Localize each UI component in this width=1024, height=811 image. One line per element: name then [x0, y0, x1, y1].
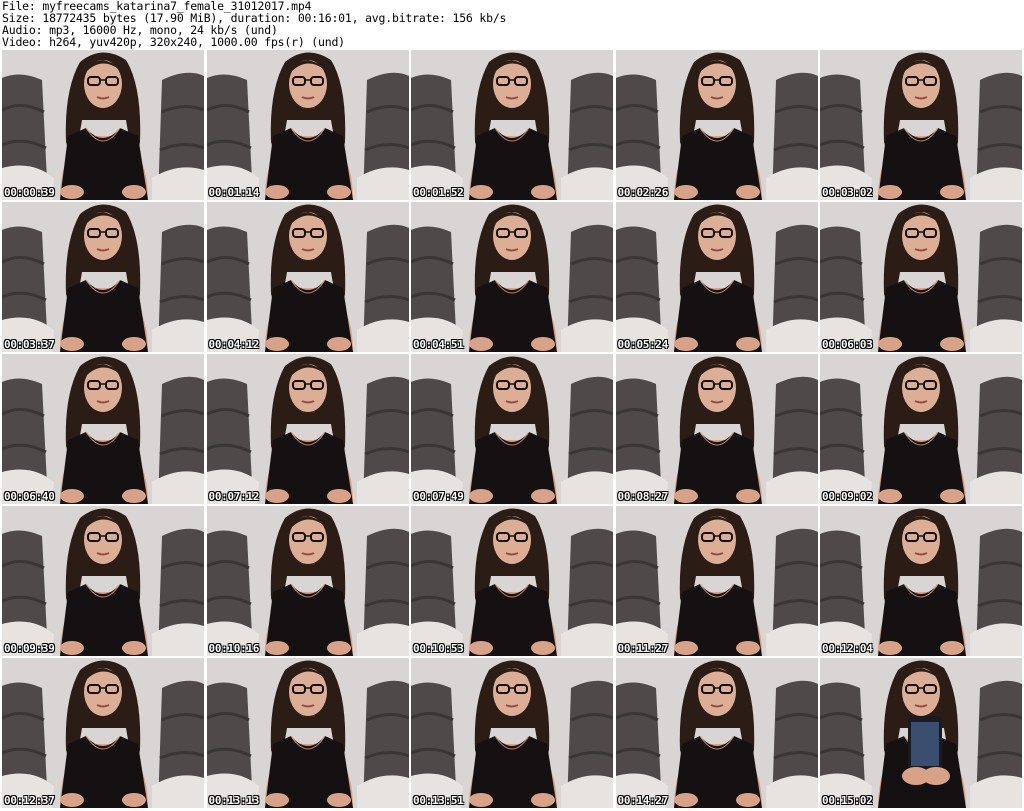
video-thumbnail[interactable]: 00:03:02 — [820, 50, 1022, 200]
video-thumbnail[interactable]: 00:15:02 — [820, 658, 1022, 808]
timestamp-label: 00:00:39 — [4, 186, 55, 199]
video-frame-image — [206, 658, 409, 808]
video-thumbnail[interactable]: 00:07:12 — [206, 354, 409, 504]
video-frame-image — [2, 202, 204, 352]
video-thumbnail[interactable]: 00:08:27 — [615, 354, 818, 504]
video-frame-image — [411, 658, 613, 808]
video-thumbnail[interactable]: 00:04:12 — [206, 202, 409, 352]
video-frame-image — [411, 354, 613, 504]
timestamp-label: 00:03:37 — [4, 338, 55, 351]
video-frame-image — [2, 50, 204, 200]
video-thumbnail[interactable]: 00:00:39 — [2, 50, 204, 200]
video-frame-image — [615, 202, 818, 352]
timestamp-label: 00:11:27 — [617, 642, 669, 655]
timestamp-label: 00:04:12 — [208, 338, 260, 351]
video-thumbnail[interactable]: 00:11:27 — [615, 506, 818, 656]
timestamp-label: 00:01:52 — [413, 186, 464, 199]
video-frame-image — [411, 506, 613, 656]
timestamp-label: 00:13:13 — [208, 794, 260, 807]
timestamp-label: 00:09:39 — [4, 642, 55, 655]
video-frame-image — [820, 50, 1022, 200]
video-frame-image — [411, 50, 613, 200]
video-thumbnail[interactable]: 00:12:37 — [2, 658, 204, 808]
timestamp-label: 00:08:27 — [617, 490, 669, 503]
video-thumbnail[interactable]: 00:13:51 — [411, 658, 613, 808]
video-frame-image — [615, 506, 818, 656]
video-frame-image — [206, 506, 409, 656]
timestamp-label: 00:14:27 — [617, 794, 669, 807]
timestamp-label: 00:06:03 — [822, 338, 873, 351]
timestamp-label: 00:12:37 — [4, 794, 55, 807]
timestamp-label: 00:02:26 — [617, 186, 669, 199]
video-info-line: Video: h264, yuv420p, 320x240, 1000.00 f… — [2, 35, 345, 49]
timestamp-label: 00:10:53 — [413, 642, 464, 655]
timestamp-label: 00:01:14 — [208, 186, 260, 199]
timestamp-label: 00:12:04 — [822, 642, 873, 655]
video-thumbnail[interactable]: 00:09:02 — [820, 354, 1022, 504]
video-thumbnail[interactable]: 00:05:24 — [615, 202, 818, 352]
video-thumbnail[interactable]: 00:07:49 — [411, 354, 613, 504]
video-frame-image — [820, 658, 1022, 808]
video-frame-image — [615, 50, 818, 200]
video-frame-image — [820, 354, 1022, 504]
video-thumbnail[interactable]: 00:02:26 — [615, 50, 818, 200]
timestamp-label: 00:04:51 — [413, 338, 464, 351]
video-thumbnail[interactable]: 00:13:13 — [206, 658, 409, 808]
timestamp-label: 00:09:02 — [822, 490, 873, 503]
file-info-header: File: myfreecams_katarina7_female_310120… — [2, 0, 1022, 48]
video-thumbnail[interactable]: 00:10:53 — [411, 506, 613, 656]
video-thumbnail[interactable]: 00:01:14 — [206, 50, 409, 200]
timestamp-label: 00:10:16 — [208, 642, 260, 655]
video-frame-image — [2, 658, 204, 808]
timestamp-label: 00:15:02 — [822, 794, 873, 807]
video-frame-image — [206, 50, 409, 200]
video-frame-image — [411, 202, 613, 352]
video-thumbnail[interactable]: 00:06:40 — [2, 354, 204, 504]
timestamp-label: 00:13:51 — [413, 794, 464, 807]
video-thumbnail[interactable]: 00:03:37 — [2, 202, 204, 352]
video-thumbnail[interactable]: 00:09:39 — [2, 506, 204, 656]
video-thumbnail[interactable]: 00:04:51 — [411, 202, 613, 352]
video-thumbnail[interactable]: 00:06:03 — [820, 202, 1022, 352]
timestamp-label: 00:05:24 — [617, 338, 669, 351]
video-thumbnail[interactable]: 00:01:52 — [411, 50, 613, 200]
video-frame-image — [615, 354, 818, 504]
timestamp-label: 00:03:02 — [822, 186, 873, 199]
timestamp-label: 00:07:12 — [208, 490, 260, 503]
thumbnail-grid: 00:00:39 00:01:14 00:01:52 00:02:26 00:0… — [2, 50, 1022, 811]
timestamp-label: 00:07:49 — [413, 490, 464, 503]
video-frame-image — [2, 354, 204, 504]
video-frame-image — [206, 202, 409, 352]
timestamp-label: 00:06:40 — [4, 490, 55, 503]
video-frame-image — [206, 354, 409, 504]
video-frame-image — [2, 506, 204, 656]
video-frame-image — [820, 202, 1022, 352]
video-thumbnail[interactable]: 00:12:04 — [820, 506, 1022, 656]
video-frame-image — [615, 658, 818, 808]
video-frame-image — [820, 506, 1022, 656]
video-thumbnail[interactable]: 00:10:16 — [206, 506, 409, 656]
video-thumbnail[interactable]: 00:14:27 — [615, 658, 818, 808]
